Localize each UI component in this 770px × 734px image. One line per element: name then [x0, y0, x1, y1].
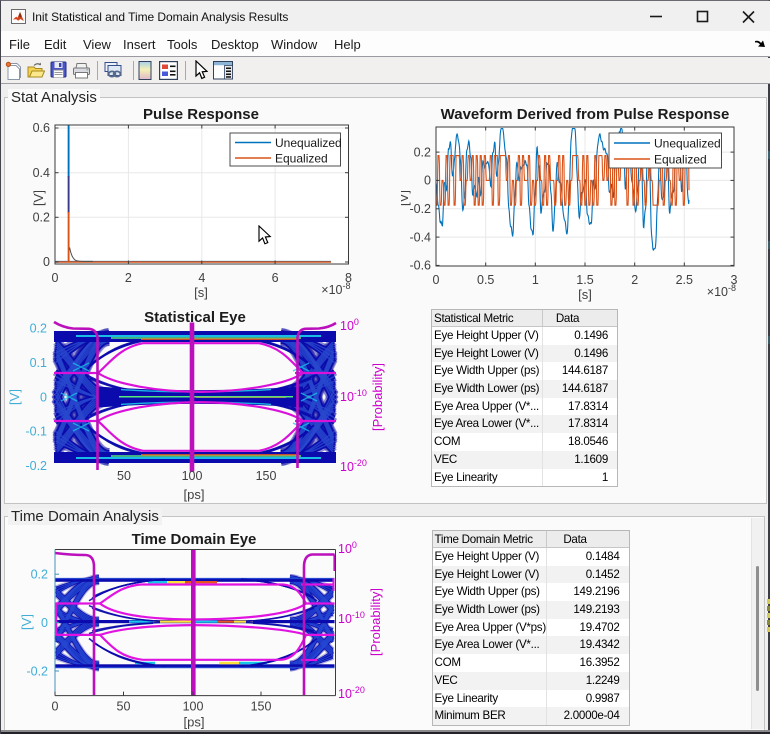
svg-text:100: 100	[182, 469, 203, 483]
svg-text:10-20: 10-20	[338, 685, 365, 701]
svg-text:-0.2: -0.2	[409, 202, 431, 216]
svg-text:150: 150	[256, 469, 277, 483]
svg-text:0.5: 0.5	[477, 273, 494, 287]
svg-text:0.2: 0.2	[31, 568, 48, 582]
svg-text:[Probability]: [Probability]	[368, 588, 383, 656]
svg-text:-0.4: -0.4	[409, 230, 431, 244]
svg-text:50: 50	[117, 700, 131, 714]
svg-text:0.2: 0.2	[33, 211, 50, 225]
svg-text:-0.2: -0.2	[25, 459, 47, 473]
svg-text:×10-8: ×10-8	[321, 281, 350, 297]
svg-text:2.5: 2.5	[676, 273, 693, 287]
svg-text:0: 0	[41, 616, 48, 630]
svg-text:0.6: 0.6	[33, 121, 50, 135]
svg-text:0.2: 0.2	[414, 145, 431, 159]
svg-text:10-10: 10-10	[338, 610, 365, 626]
svg-text:[Probability]: [Probability]	[370, 363, 385, 431]
svg-text:-0.1: -0.1	[25, 425, 47, 439]
svg-text:0: 0	[424, 174, 431, 188]
svg-text:2: 2	[125, 271, 132, 285]
svg-text:0.2: 0.2	[30, 322, 47, 336]
svg-text:Equalized: Equalized	[275, 151, 328, 165]
svg-text:1.5: 1.5	[576, 273, 593, 287]
svg-text:4: 4	[198, 271, 205, 285]
svg-text:[V]: [V]	[31, 190, 46, 206]
svg-text:-0.6: -0.6	[409, 259, 431, 273]
svg-text:0: 0	[433, 273, 440, 287]
svg-text:-0.2: -0.2	[26, 664, 48, 678]
svg-text:[ps]: [ps]	[184, 715, 205, 730]
svg-text:150: 150	[251, 700, 272, 714]
svg-text:[s]: [s]	[194, 285, 208, 300]
svg-text:[V]: [V]	[19, 614, 34, 630]
svg-text:Equalized: Equalized	[654, 152, 707, 166]
svg-text:Unequalized: Unequalized	[654, 136, 721, 150]
svg-text:[V]: [V]	[7, 389, 22, 405]
svg-text:[V]: [V]	[401, 190, 411, 206]
svg-text:10-20: 10-20	[340, 458, 367, 474]
svg-text:0: 0	[52, 271, 59, 285]
svg-text:100: 100	[183, 700, 204, 714]
svg-text:0.4: 0.4	[33, 166, 50, 180]
svg-text:1: 1	[532, 273, 539, 287]
svg-text:×10-8: ×10-8	[707, 283, 736, 299]
svg-text:2: 2	[631, 273, 638, 287]
svg-text:0: 0	[43, 255, 50, 269]
svg-text:50: 50	[117, 469, 131, 483]
svg-text:[s]: [s]	[578, 287, 592, 302]
svg-text:100: 100	[340, 317, 359, 333]
svg-text:0.1: 0.1	[30, 356, 47, 370]
svg-text:[ps]: [ps]	[184, 487, 205, 502]
svg-text:0: 0	[40, 390, 47, 404]
svg-text:10-10: 10-10	[340, 388, 367, 404]
svg-text:0: 0	[52, 700, 59, 714]
svg-text:Unequalized: Unequalized	[275, 136, 342, 150]
svg-text:6: 6	[272, 271, 279, 285]
svg-text:100: 100	[338, 540, 357, 556]
